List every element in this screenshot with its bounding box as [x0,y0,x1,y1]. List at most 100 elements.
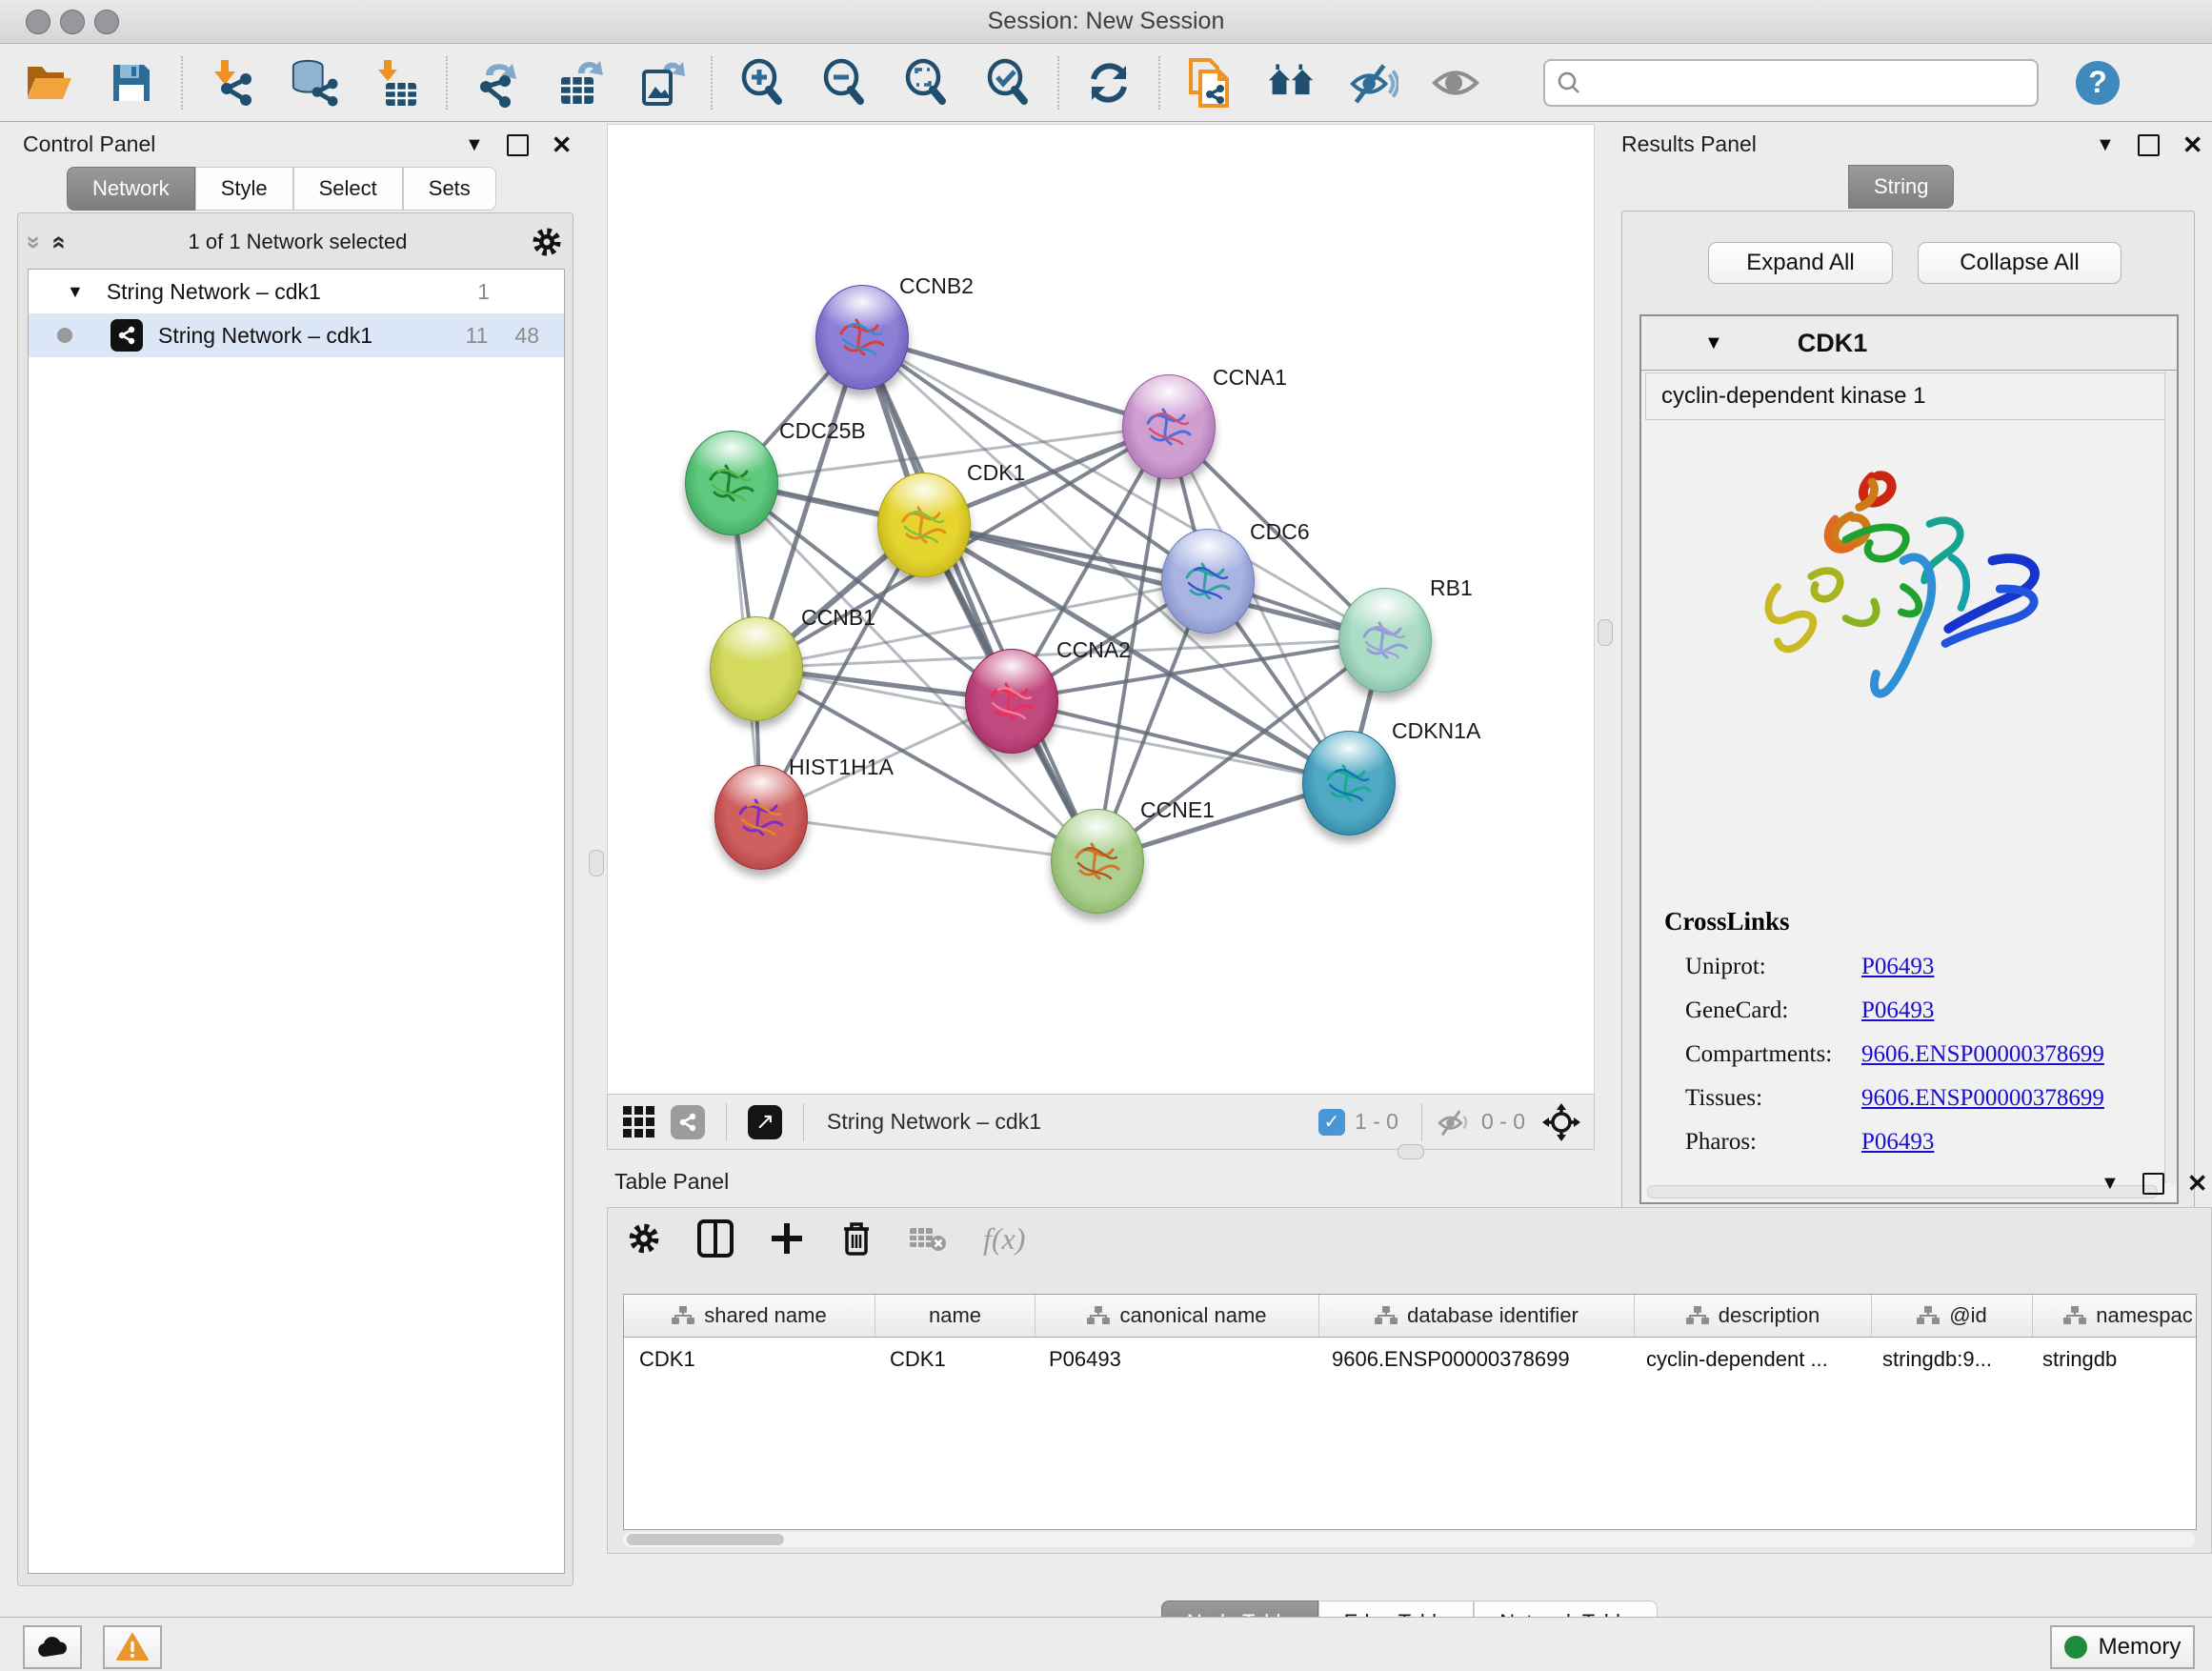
column-header-namespac[interactable]: namespac [2033,1295,2197,1337]
table-hscrollbar-thumb[interactable] [627,1534,784,1545]
crosslink-link[interactable]: P06493 [1861,997,1934,1024]
table-row[interactable]: CDK1CDK1P064939606.ENSP00000378699cyclin… [624,1338,2196,1381]
network-edge[interactable] [760,816,1096,860]
zoom-out-icon[interactable] [819,58,869,108]
panel-menu-icon[interactable]: ▼ [2101,1173,2120,1195]
float-panel-icon[interactable] [2138,134,2160,156]
crosslink-link[interactable]: P06493 [1861,954,1934,980]
first-neighbors-icon[interactable] [1267,58,1317,108]
search-box[interactable] [1543,59,2039,107]
zoom-in-icon[interactable] [737,58,787,108]
table-cell[interactable]: stringdb:9... [1867,1338,2027,1381]
column-header-canonical-name[interactable]: canonical name [1036,1295,1319,1337]
cloud-status-button[interactable] [23,1625,82,1669]
crosslink-link[interactable]: 9606.ENSP00000378699 [1861,1085,2104,1112]
export-image-icon[interactable] [636,58,686,108]
network-canvas[interactable]: CCNB2CCNA1CDC25BCDK1CDC6RB1CCNB1CCNA2CDK… [607,124,1595,1095]
refresh-icon[interactable] [1084,58,1134,108]
network-node-hist1h1a[interactable] [714,765,808,870]
collection-expand-icon[interactable]: ▼ [67,282,84,302]
string-view-icon[interactable] [671,1105,705,1139]
network-node-cdc25b[interactable] [685,431,778,535]
close-panel-icon[interactable]: ✕ [2182,136,2203,154]
panel-menu-icon[interactable]: ▼ [465,134,484,156]
network-node-ccnb2[interactable] [815,285,909,390]
table-cell[interactable]: 9606.ENSP00000378699 [1317,1338,1631,1381]
warning-status-button[interactable] [103,1625,162,1669]
expand-all-networks-icon[interactable]: » [43,235,72,249]
tab-network[interactable]: Network [67,167,195,211]
gene-collapse-icon[interactable]: ▼ [1704,332,1723,354]
import-network-file-icon[interactable] [208,58,257,108]
selected-counts: 1 - 0 [1355,1109,1398,1135]
zoom-selected-icon[interactable] [983,58,1033,108]
hide-selected-icon[interactable] [1349,58,1398,108]
export-table-icon[interactable] [554,58,604,108]
network-node-cdk1[interactable] [877,473,971,577]
crosslink-link[interactable]: P06493 [1861,1129,1934,1156]
table-options-gear-icon[interactable] [627,1221,661,1256]
tab-string[interactable]: String [1848,165,1954,209]
birds-eye-view-icon[interactable] [623,1106,655,1138]
gene-card-header[interactable]: ▼ CDK1 [1641,316,2177,371]
node-table-panel: f(x) shared namenamecanonical namedataba… [607,1207,2212,1554]
crosslink-link[interactable]: 9606.ENSP00000378699 [1861,1041,2104,1068]
close-panel-icon[interactable]: ✕ [552,136,573,154]
tab-select[interactable]: Select [293,167,403,211]
network-row[interactable]: String Network – cdk1 11 48 [29,313,564,357]
column-header-description[interactable]: description [1635,1295,1872,1337]
crosslink-label: Compartments: [1685,1041,1861,1068]
delete-column-icon[interactable] [840,1219,873,1258]
network-node-ccne1[interactable] [1051,809,1144,914]
crosslink-row: Tissues:9606.ENSP00000378699 [1664,1085,2104,1112]
network-options-gear-icon[interactable] [531,226,563,258]
expand-all-button[interactable]: Expand All [1708,242,1893,284]
close-panel-icon[interactable]: ✕ [2187,1175,2208,1193]
export-network-icon[interactable] [473,58,522,108]
zoom-fit-icon[interactable] [901,58,951,108]
float-panel-icon[interactable] [507,134,529,156]
results-vscrollbar[interactable] [2164,372,2177,1183]
save-session-icon[interactable] [107,58,156,108]
table-cell[interactable]: cyclin-dependent ... [1631,1338,1867,1381]
add-column-icon[interactable] [770,1221,804,1256]
column-header-database-identifier[interactable]: database identifier [1319,1295,1635,1337]
network-edge[interactable] [861,336,1096,860]
network-node-cdc6[interactable] [1161,529,1255,634]
fit-selected-crosshair-icon[interactable] [1542,1103,1580,1141]
memory-button[interactable]: Memory [2050,1625,2195,1669]
duplicate-network-icon[interactable] [1185,58,1235,108]
table-cell[interactable]: CDK1 [624,1338,875,1381]
help-icon[interactable]: ? [2073,58,2122,108]
network-node-rb1[interactable] [1338,588,1432,693]
network-node-ccnb1[interactable] [710,616,803,721]
tab-style[interactable]: Style [195,167,293,211]
show-columns-icon[interactable] [697,1219,734,1258]
import-table-file-icon[interactable] [372,58,421,108]
column-header-shared-name[interactable]: shared name [624,1295,875,1337]
network-collection-row[interactable]: ▼ String Network – cdk1 1 [29,270,564,313]
search-icon [1557,70,1581,95]
selected-checkbox-icon[interactable]: ✓ [1318,1109,1345,1136]
right-splitter-handle[interactable] [1598,619,1613,646]
left-splitter-handle[interactable] [589,850,604,876]
bottom-splitter-handle[interactable] [1398,1144,1424,1159]
tab-sets[interactable]: Sets [403,167,496,211]
panel-menu-icon[interactable]: ▼ [2096,134,2115,156]
network-node-cdkn1a[interactable] [1302,731,1396,836]
import-network-database-icon[interactable] [290,58,339,108]
table-hscrollbar[interactable] [623,1532,2195,1547]
table-cell[interactable]: CDK1 [875,1338,1034,1381]
network-node-ccna2[interactable] [965,649,1058,754]
table-cell[interactable]: stringdb [2027,1338,2197,1381]
float-panel-icon[interactable] [2142,1173,2164,1195]
show-all-icon[interactable] [1431,58,1480,108]
network-node-ccna1[interactable] [1122,374,1216,479]
open-in-browser-icon[interactable]: ↗ [748,1105,782,1139]
table-cell[interactable]: P06493 [1034,1338,1317,1381]
column-header--id[interactable]: @id [1872,1295,2033,1337]
open-session-icon[interactable] [25,58,74,108]
search-input[interactable] [1581,70,2025,96]
collapse-all-button[interactable]: Collapse All [1918,242,2122,284]
column-header-name[interactable]: name [875,1295,1036,1337]
